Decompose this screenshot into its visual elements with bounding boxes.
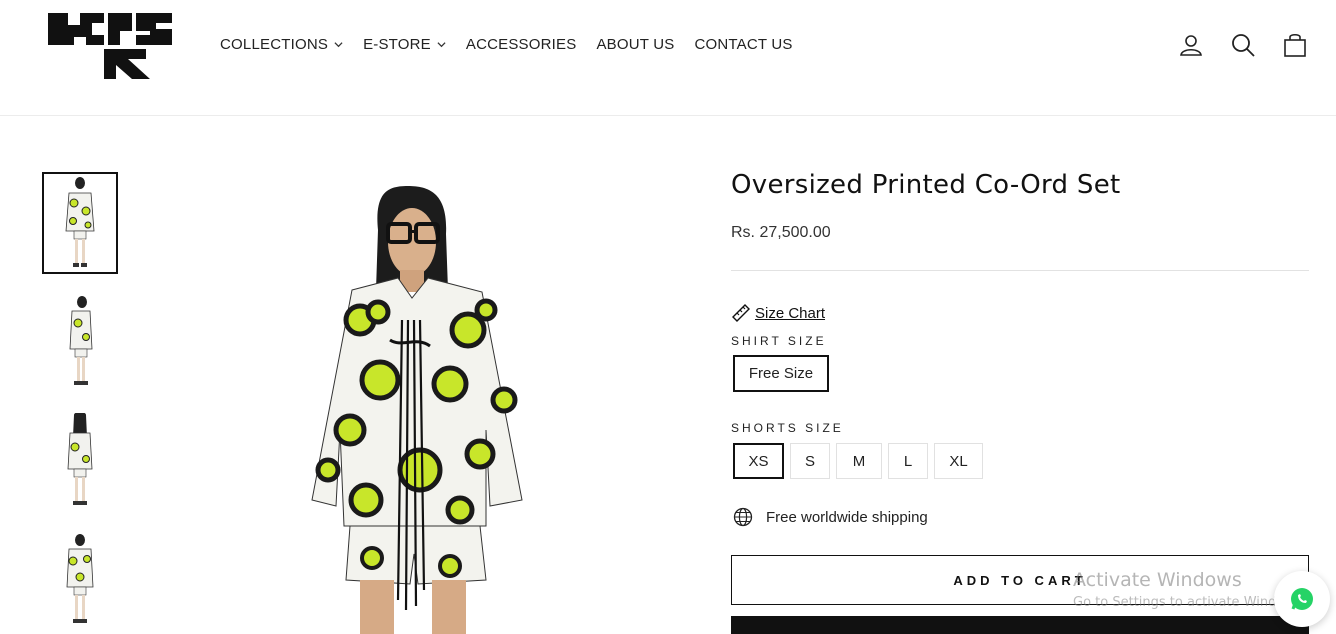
whatsapp-icon xyxy=(1291,588,1313,610)
shorts-size-label: SHORTS SIZE xyxy=(731,421,844,435)
thumbnail-4[interactable] xyxy=(42,528,118,630)
product-main-image[interactable] xyxy=(290,170,540,634)
shipping-info: Free worldwide shipping xyxy=(733,507,928,527)
shipping-text: Free worldwide shipping xyxy=(766,508,928,526)
product-price: Rs. 27,500.00 xyxy=(731,224,831,241)
product-thumbnail-image xyxy=(67,413,93,505)
shirt-size-free[interactable]: Free Size xyxy=(733,355,829,392)
cart-icon[interactable] xyxy=(1282,32,1308,58)
shorts-size-m-label: M xyxy=(852,452,866,470)
shirt-size-label: SHIRT SIZE xyxy=(731,334,827,348)
globe-icon xyxy=(733,507,753,527)
size-chart-label: Size Chart xyxy=(755,304,826,322)
chevron-down-icon xyxy=(437,42,446,48)
nav-e-store-label: E-STORE xyxy=(363,36,431,53)
site-header: COLLECTIONS E-STORE ACCESSORIES ABOUT US… xyxy=(0,0,1336,116)
search-icon[interactable] xyxy=(1230,32,1256,58)
nav-accessories-label: ACCESSORIES xyxy=(465,36,577,53)
shorts-size-s[interactable]: S xyxy=(790,443,830,479)
shirt-size-free-label: Free Size xyxy=(748,365,814,382)
account-icon[interactable] xyxy=(1178,32,1204,58)
nav-contact-us-label: CONTACT US xyxy=(694,36,793,53)
product-title: Oversized Printed Co-Ord Set xyxy=(731,170,1121,200)
product-thumbnail-image xyxy=(69,296,93,385)
shorts-size-xs[interactable]: XS xyxy=(733,443,784,479)
ruler-icon xyxy=(732,304,750,322)
windows-watermark-title: Activate Windows xyxy=(1073,569,1242,591)
add-to-cart-label: ADD TO CART xyxy=(953,572,1087,588)
shorts-size-xs-label: XS xyxy=(748,452,769,470)
nav-about-us[interactable]: ABOUT US xyxy=(596,36,674,53)
nav-e-store[interactable]: E-STORE xyxy=(363,36,446,53)
product-thumbnail-image xyxy=(65,177,95,267)
nav-about-us-label: ABOUT US xyxy=(596,36,675,53)
shorts-size-l-label: L xyxy=(903,452,913,470)
nav-contact-us[interactable]: CONTACT US xyxy=(694,36,792,53)
product-thumbnail-image xyxy=(66,534,94,623)
shorts-size-s-label: S xyxy=(804,452,815,470)
nav-collections-label: COLLECTIONS xyxy=(220,36,329,53)
whatsapp-chat-button[interactable] xyxy=(1274,571,1330,627)
shorts-size-m[interactable]: M xyxy=(836,443,882,479)
divider xyxy=(731,270,1309,271)
shorts-size-xl[interactable]: XL xyxy=(934,443,983,479)
size-chart-link[interactable]: Size Chart xyxy=(731,303,825,323)
shorts-size-xl-label: XL xyxy=(949,452,968,470)
chevron-down-icon xyxy=(334,42,343,48)
nav-collections[interactable]: COLLECTIONS xyxy=(220,36,343,53)
thumbnail-2[interactable] xyxy=(42,290,118,392)
buy-now-button[interactable] xyxy=(731,616,1309,634)
thumbnail-1[interactable] xyxy=(42,172,118,274)
thumbnail-3[interactable] xyxy=(42,410,118,512)
nav-accessories[interactable]: ACCESSORIES xyxy=(466,36,577,53)
brand-logo[interactable] xyxy=(46,9,174,81)
windows-watermark-subtitle: Go to Settings to activate Windows. xyxy=(1073,595,1306,610)
main-nav: COLLECTIONS E-STORE ACCESSORIES ABOUT US… xyxy=(220,36,813,53)
shorts-size-l[interactable]: L xyxy=(888,443,928,479)
